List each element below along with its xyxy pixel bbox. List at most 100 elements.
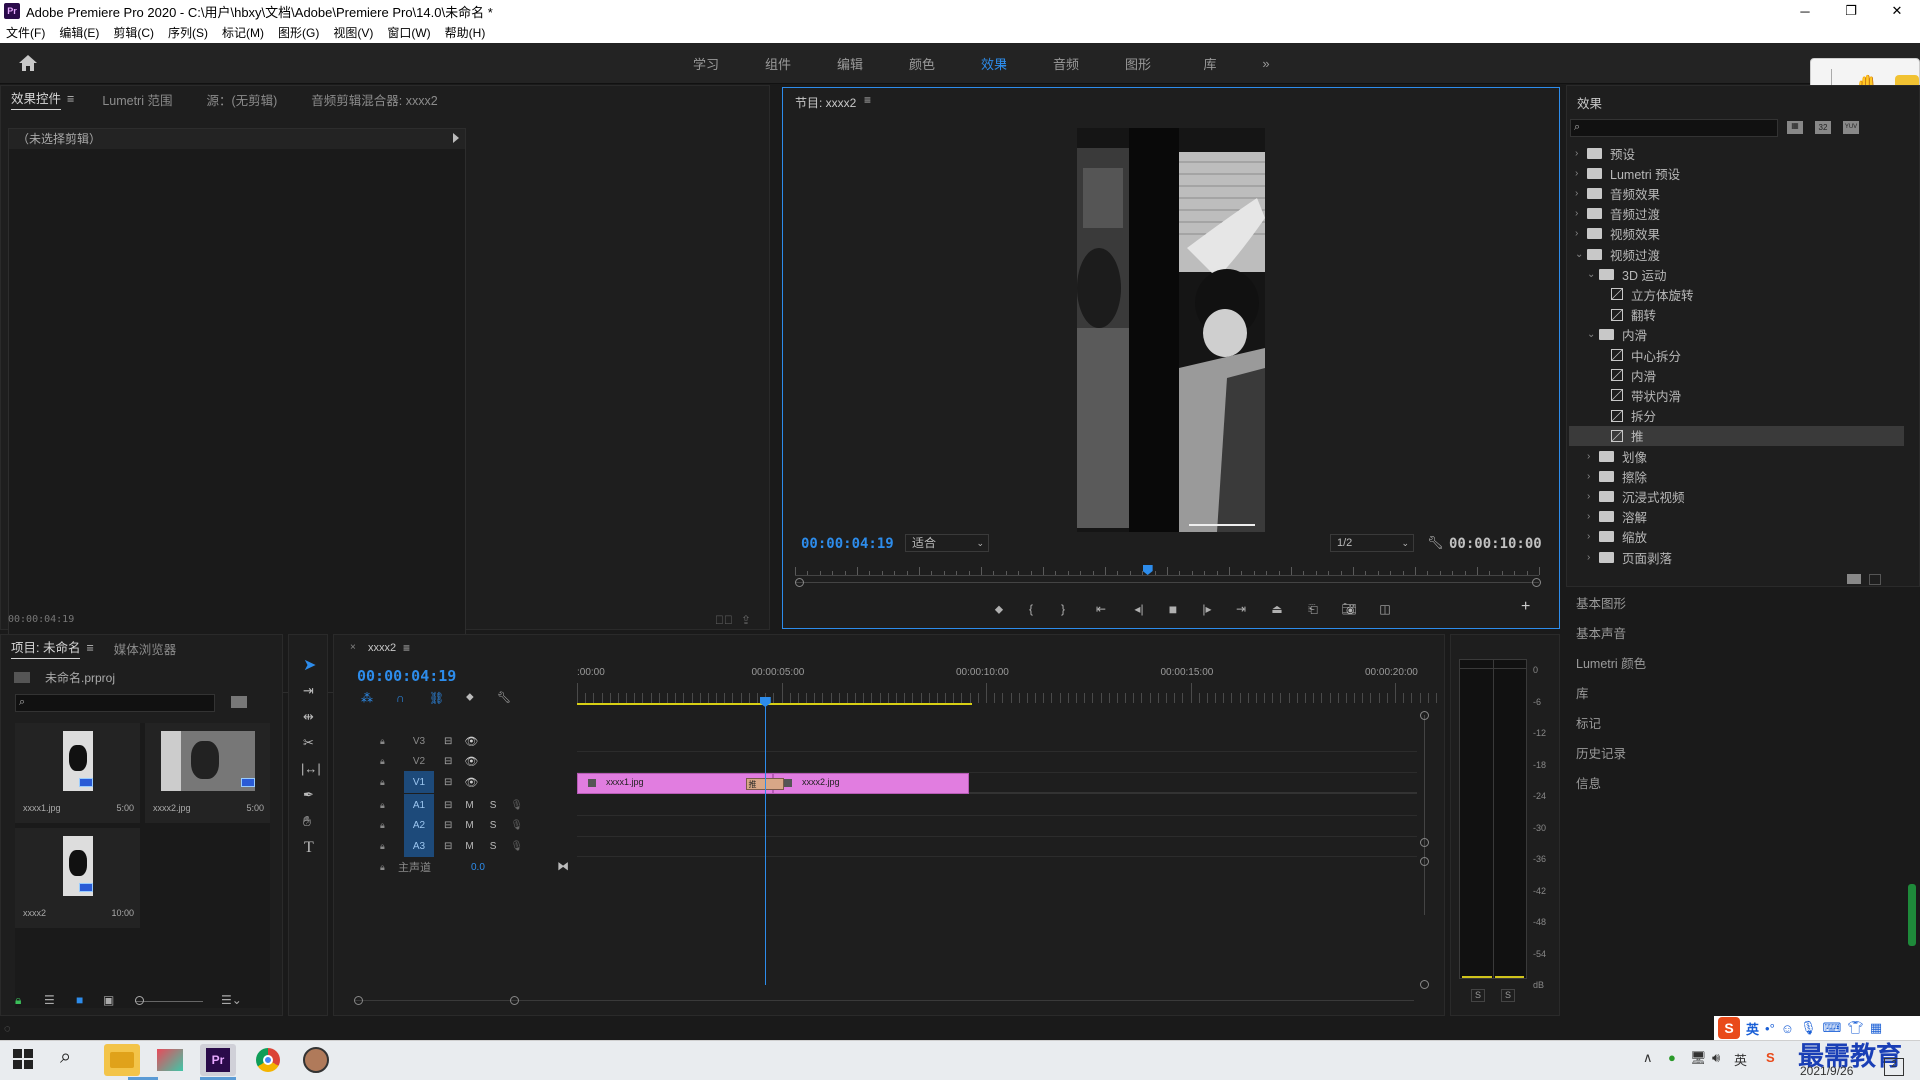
chevron-right-icon[interactable]: › — [1575, 188, 1587, 199]
track-lock-icon[interactable]: 🔒︎ — [380, 777, 392, 788]
chevron-down-icon[interactable]: ⌄ — [1575, 249, 1587, 260]
effects-tree-item[interactable]: › 页面剥落 — [1569, 547, 1904, 567]
volume-icon[interactable]: 🔊︎ — [1712, 1050, 1720, 1066]
track-target-a1[interactable]: A1 — [404, 794, 434, 816]
track-visibility-eye-icon[interactable]: 👁︎ — [464, 755, 478, 768]
program-tab[interactable]: 节目: xxxx2 — [795, 94, 856, 111]
track-mute-button[interactable]: M — [465, 820, 473, 831]
lock-icon[interactable]: 🔒︎ — [15, 993, 21, 1008]
effects-tree-item[interactable]: › 视频效果 — [1569, 224, 1904, 244]
section-history[interactable]: 历史记录 — [1576, 742, 1626, 762]
zoom-handle-right[interactable] — [1532, 578, 1541, 587]
razor-tool-icon[interactable]: ✂ — [303, 735, 314, 751]
menu-file[interactable]: 文件(F) — [6, 24, 45, 41]
effects-tree-item[interactable]: › 沉浸式视频 — [1569, 486, 1904, 506]
tray-app-icon[interactable]: ● — [1668, 1050, 1676, 1065]
zoom-handle-left[interactable] — [795, 578, 804, 587]
track-target-v3[interactable]: V3 — [404, 730, 434, 752]
vscroll-handle-bottom[interactable] — [1420, 980, 1429, 989]
timeline-playhead[interactable] — [759, 697, 771, 707]
yuv-effects-icon[interactable]: YUV — [1843, 121, 1859, 134]
menu-window[interactable]: 窗口(W) — [387, 24, 430, 41]
zoom-fit-dropdown[interactable]: 适合 ⌄ — [905, 534, 989, 552]
go-to-out-icon[interactable]: ⇥ — [1223, 602, 1259, 616]
avatar-app-icon[interactable] — [298, 1044, 334, 1076]
settings-wrench-icon[interactable]: 🔧︎ — [1427, 535, 1444, 551]
track-target-a3[interactable]: A3 — [404, 835, 434, 857]
sync-lock-icon[interactable]: ⊟ — [444, 800, 452, 811]
project-item[interactable]: xxxx2.jpg 5:00 — [145, 723, 270, 823]
ripple-edit-tool-icon[interactable]: ⇹ — [303, 709, 314, 725]
freeform-view-icon[interactable]: ▣ — [103, 993, 114, 1007]
chevron-right-icon[interactable]: › — [1587, 511, 1599, 522]
minimize-button[interactable]: ─ — [1782, 0, 1828, 22]
effects-tree-item[interactable]: 推 — [1569, 425, 1904, 446]
ime-voice-icon[interactable]: 🎙︎ — [1800, 1020, 1817, 1036]
workspace-tab-color[interactable]: 颜色 — [886, 54, 958, 73]
effects-tree-item[interactable]: 带状内滑 — [1569, 385, 1904, 405]
workspace-tab-editing[interactable]: 编辑 — [814, 54, 886, 73]
effects-tree-item[interactable]: 立方体旋转 — [1569, 284, 1904, 304]
master-end-icon[interactable]: ⧓ — [557, 859, 569, 873]
ime-keyboard-icon[interactable]: ⌨ — [1823, 1020, 1842, 1036]
sort-icon[interactable]: ☰⌄ — [221, 993, 242, 1007]
menu-clip[interactable]: 剪辑(C) — [113, 24, 154, 41]
chevron-down-icon[interactable]: ⌄ — [1587, 329, 1599, 340]
track-mute-button[interactable]: M — [465, 800, 473, 811]
type-tool-icon[interactable]: T — [304, 839, 314, 857]
workspace-tab-libraries[interactable]: 库 — [1174, 54, 1246, 73]
add-button-icon[interactable]: + — [1521, 598, 1530, 616]
chrome-icon[interactable] — [250, 1044, 286, 1076]
effects-tree-item[interactable]: ⌄ 视频过渡 — [1569, 244, 1904, 264]
ime-tools-icon[interactable]: ▦ — [1870, 1020, 1882, 1036]
workspace-tab-effects[interactable]: 效果 — [958, 54, 1030, 73]
go-to-in-icon[interactable]: ⇤ — [1079, 602, 1123, 616]
export-icon[interactable]: ⇪ — [741, 613, 751, 627]
effects-tree-item[interactable]: ⌄ 3D 运动 — [1569, 264, 1904, 284]
track-visibility-eye-icon[interactable]: 👁︎ — [464, 776, 478, 789]
menu-help[interactable]: 帮助(H) — [445, 24, 486, 41]
32bit-effects-icon[interactable]: 32 — [1815, 121, 1831, 134]
effects-tree-item[interactable]: › 预设 — [1569, 143, 1904, 163]
sync-lock-icon[interactable]: ⊟ — [444, 841, 452, 852]
track-lock-icon[interactable]: 🔒︎ — [380, 756, 392, 767]
project-panel-menu-icon[interactable]: ≡ — [86, 641, 93, 655]
track-solo-button[interactable]: S — [490, 800, 497, 811]
network-icon[interactable]: 🖥︎ — [1690, 1050, 1707, 1066]
step-back-icon[interactable]: ◂| — [1123, 602, 1155, 616]
selection-tool-icon[interactable]: ➤ — [303, 655, 316, 675]
effects-tree-item[interactable]: 翻转 — [1569, 305, 1904, 325]
sogou-ime-icon[interactable]: S — [1718, 1017, 1740, 1039]
track-solo-button[interactable]: S — [490, 820, 497, 831]
track-target-v2[interactable]: V2 — [404, 751, 434, 773]
workspace-tab-graphics[interactable]: 图形 — [1102, 54, 1174, 73]
tab-lumetri-scopes[interactable]: Lumetri 范围 — [102, 90, 172, 109]
delete-icon[interactable] — [1869, 574, 1881, 585]
tab-media-browser[interactable]: 媒体浏览器 — [114, 639, 177, 658]
ime-language[interactable]: 英 — [1746, 1019, 1759, 1038]
hand-tool-icon[interactable]: ✋︎ — [303, 813, 311, 830]
timeline-clip[interactable]: xxxx1.jpg — [577, 773, 773, 794]
sync-lock-icon[interactable]: ⊟ — [444, 777, 452, 788]
voiceover-mic-icon[interactable]: 🎙︎ — [510, 820, 523, 831]
section-libraries[interactable]: 库 — [1576, 682, 1589, 702]
zoom-slider[interactable] — [135, 1001, 203, 1002]
hscroll-handle-right[interactable] — [510, 996, 519, 1005]
effects-tree-item[interactable]: 拆分 — [1569, 406, 1904, 426]
workspace-tab-audio[interactable]: 音频 — [1030, 54, 1102, 73]
voiceover-mic-icon[interactable]: 🎙︎ — [510, 800, 523, 811]
ime-emoji-icon[interactable]: ☺ — [1781, 1021, 1794, 1036]
chevron-right-icon[interactable]: › — [1575, 148, 1587, 159]
vscroll-handle-top[interactable] — [1420, 711, 1429, 720]
list-view-icon[interactable]: ☰ — [44, 993, 55, 1007]
tab-source[interactable]: 源：(无剪辑) — [206, 90, 277, 109]
filter-icon[interactable]: ▸⃞ — [715, 613, 733, 627]
track-target-v1[interactable]: V1 — [404, 771, 434, 793]
effects-tree-item[interactable]: › 音频效果 — [1569, 183, 1904, 203]
program-time-ruler[interactable] — [795, 566, 1540, 576]
menu-view[interactable]: 视图(V) — [333, 24, 373, 41]
vscroll-handle-audio[interactable] — [1420, 857, 1429, 866]
sync-lock-icon[interactable]: ⊟ — [444, 756, 452, 767]
track-solo-button[interactable]: S — [490, 841, 497, 852]
effects-tree-item[interactable]: › 音频过渡 — [1569, 204, 1904, 224]
